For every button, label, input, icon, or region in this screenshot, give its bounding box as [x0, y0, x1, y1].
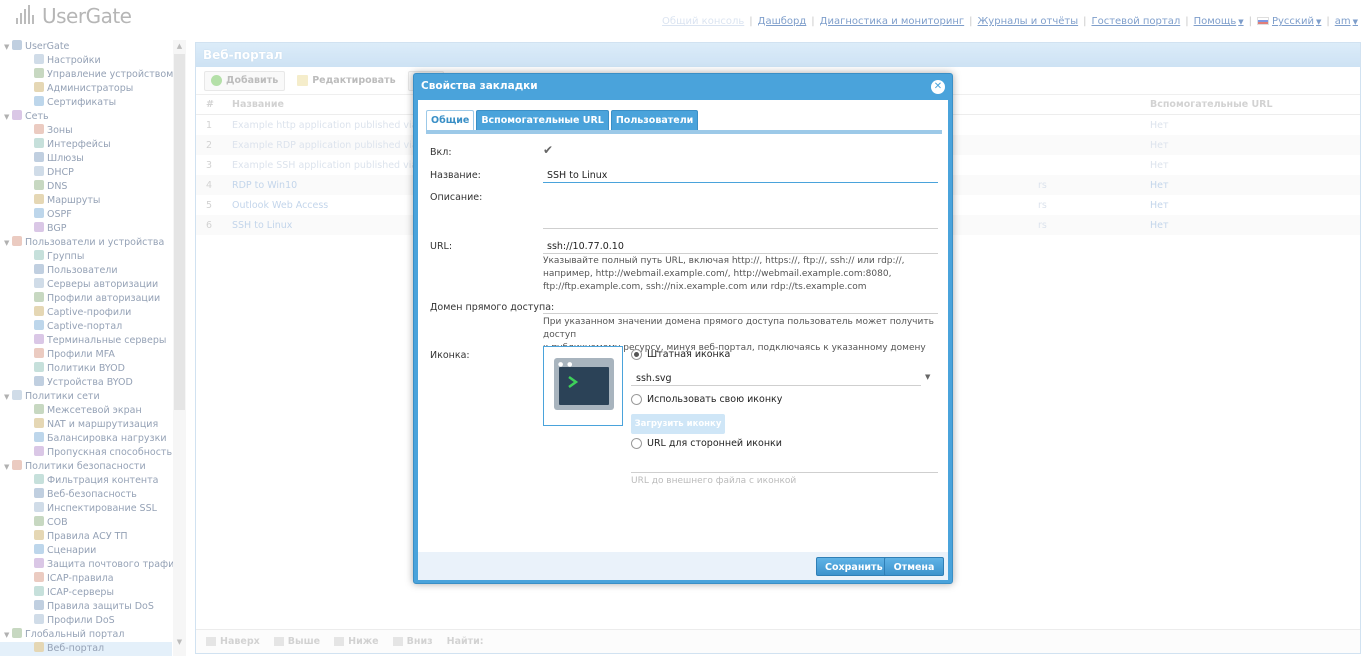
custom-icon-label: Использовать свою иконку [647, 394, 783, 405]
tab-aux-urls[interactable]: Вспомогательные URL [476, 110, 609, 130]
enabled-checkbox[interactable]: ✔ [543, 143, 553, 157]
save-button[interactable]: Сохранить [816, 557, 892, 576]
upload-icon-button[interactable]: Загрузить иконку [631, 414, 725, 434]
tab-general[interactable]: Общие [426, 110, 475, 130]
name-input[interactable]: SSH to Linux [547, 170, 607, 181]
standard-icon-radio[interactable] [631, 349, 642, 360]
dialog-footer: Сохранить Отмена [418, 552, 948, 580]
terminal-icon: ● ● [554, 358, 614, 410]
dialog-title: Свойства закладки [421, 80, 538, 92]
standard-icon-label: Штатная иконка [647, 349, 731, 360]
bookmark-properties-dialog: Свойства закладки ✕ Общие Вспомогательны… [413, 73, 953, 584]
direct-domain-input[interactable] [543, 313, 938, 314]
icon-preview: ● ● [543, 346, 623, 426]
chevron-down-icon[interactable]: ▼ [925, 373, 930, 381]
url-hint: Указывайте полный путь URL, включая http… [543, 256, 905, 292]
dialog-body: Общие Вспомогательные URL Пользователи В… [418, 100, 948, 552]
tab-underline [426, 130, 942, 134]
icon-label: Иконка: [430, 350, 470, 361]
description-input[interactable] [543, 228, 938, 229]
direct-domain-label: Домен прямого доступа: [430, 302, 555, 313]
enabled-label: Вкл: [430, 147, 452, 158]
external-icon-label: URL для сторонней иконки [647, 438, 782, 449]
cancel-button[interactable]: Отмена [884, 557, 944, 576]
custom-icon-radio[interactable] [631, 394, 642, 405]
tab-users[interactable]: Пользователи [610, 110, 699, 130]
icon-select[interactable]: ssh.svg [636, 373, 672, 384]
external-icon-radio[interactable] [631, 438, 642, 449]
url-label: URL: [430, 241, 453, 252]
close-icon[interactable]: ✕ [931, 80, 945, 94]
dialog-tabs: Общие Вспомогательные URL Пользователи [426, 110, 699, 130]
name-label: Название: [430, 170, 481, 181]
url-input[interactable]: ssh://10.77.0.10 [547, 241, 624, 252]
external-icon-url-input[interactable]: URL до внешнего файла с иконкой [631, 476, 796, 486]
description-label: Описание: [430, 192, 483, 203]
